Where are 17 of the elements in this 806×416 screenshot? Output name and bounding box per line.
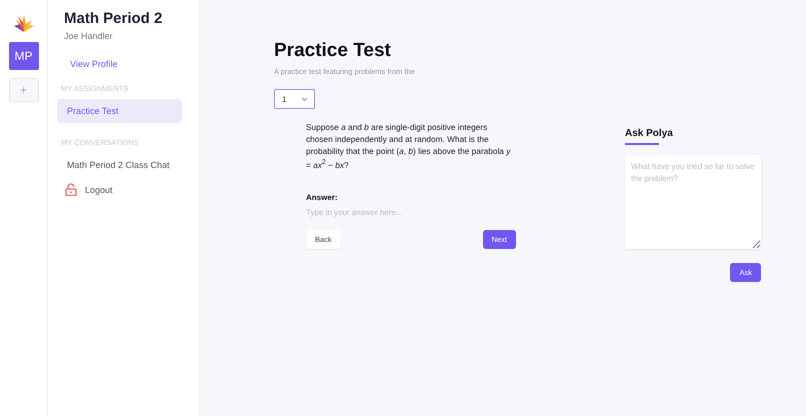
- sidebar-item[interactable]: Practice Test: [57, 99, 182, 123]
- logout-link[interactable]: Logout: [85, 184, 113, 194]
- question-textarea[interactable]: What have you tried so far to solve the problem?: [625, 155, 761, 249]
- lock-icon: [65, 183, 77, 196]
- chevron-down-icon: [301, 96, 308, 102]
- sidebar-item[interactable]: Math Period 2 Class Chat: [57, 153, 182, 177]
- question-text: Suppose a and b are single-digit positive integers chosen independently and at random. What is the probability that the point (a, b) lies above the parabola y = ax$^{2}$ − bx?: [306, 121, 512, 171]
- view-profile-link[interactable]: View Profile: [57, 59, 199, 69]
- heading-underline: [625, 143, 659, 145]
- class-avatar[interactable]: MP: [8, 42, 38, 70]
- ask-heading: Ask Polya: [625, 128, 674, 139]
- question-select[interactable]: 1: [274, 89, 315, 109]
- answer-field[interactable]: Type in your answer here...: [306, 208, 506, 217]
- user-name: Joe Handler: [63, 31, 114, 41]
- page-title: Practice Test: [274, 40, 392, 62]
- class-title: Math Period 2: [63, 10, 164, 27]
- answer-label: Answer:: [306, 192, 339, 202]
